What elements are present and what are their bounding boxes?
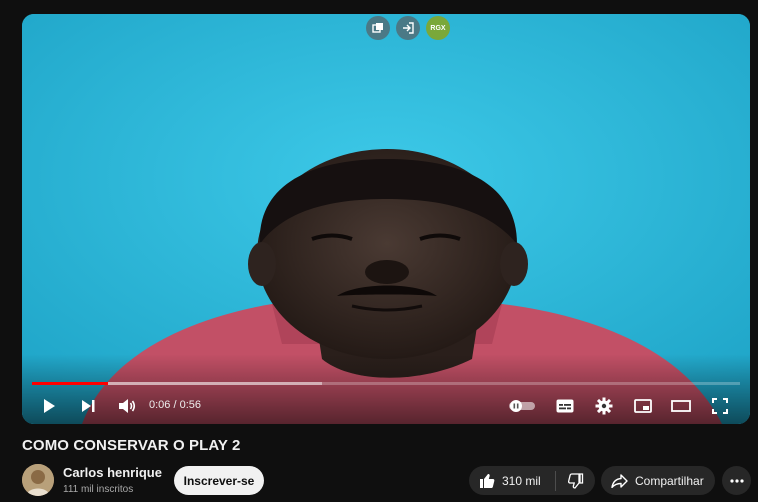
share-icon [611,473,628,488]
thumbs-down-icon [567,472,583,489]
watch-page: RGX 0:06 / 0:56 COMO CONSERVAR O PLAY 2 … [0,0,758,502]
autoplay-toggle[interactable] [506,392,538,420]
autoplay-icon [509,400,535,412]
channel-avatar[interactable] [22,464,54,496]
next-icon [82,400,95,412]
progress-bar[interactable] [32,382,740,385]
rgx-label: RGX [430,24,446,32]
channel-name[interactable]: Carlos henrique [63,465,162,480]
extension-icons: RGX [366,16,450,40]
more-icon [729,478,744,483]
volume-icon [119,399,136,413]
miniplayer-button[interactable] [631,392,655,420]
like-button[interactable]: 310 mil [469,466,555,495]
gear-icon [595,397,613,415]
more-actions-button[interactable] [722,466,751,495]
next-button[interactable] [76,392,100,420]
control-bar: 0:06 / 0:56 [22,392,750,420]
dislike-button[interactable] [556,466,595,495]
share-label: Compartilhar [635,473,704,488]
theater-icon [671,400,691,412]
play-icon [44,399,55,413]
subscriber-count: 111 mil inscritos [63,484,134,495]
thumbs-up-icon [480,473,495,488]
played-fill [32,382,108,385]
settings-button[interactable] [592,392,616,420]
time-display: 0:06 / 0:56 [149,399,201,411]
fullscreen-button[interactable] [708,392,732,420]
like-dislike-group: 310 mil [469,466,595,495]
theater-mode-button[interactable] [669,392,693,420]
login-icon[interactable] [396,16,420,40]
video-player[interactable]: RGX 0:06 / 0:56 [22,14,750,424]
share-button[interactable]: Compartilhar [601,466,715,495]
subscribe-button[interactable]: Inscrever-se [174,466,264,495]
volume-button[interactable] [115,392,139,420]
play-button[interactable] [36,392,62,420]
like-count: 310 mil [502,473,541,488]
copy-icon[interactable] [366,16,390,40]
fullscreen-icon [712,398,728,414]
miniplayer-icon [634,399,652,413]
subtitles-button[interactable] [553,392,577,420]
subtitles-icon [556,399,574,413]
rgx-extension-icon[interactable]: RGX [426,16,450,40]
video-title: COMO CONSERVAR O PLAY 2 [22,437,241,454]
